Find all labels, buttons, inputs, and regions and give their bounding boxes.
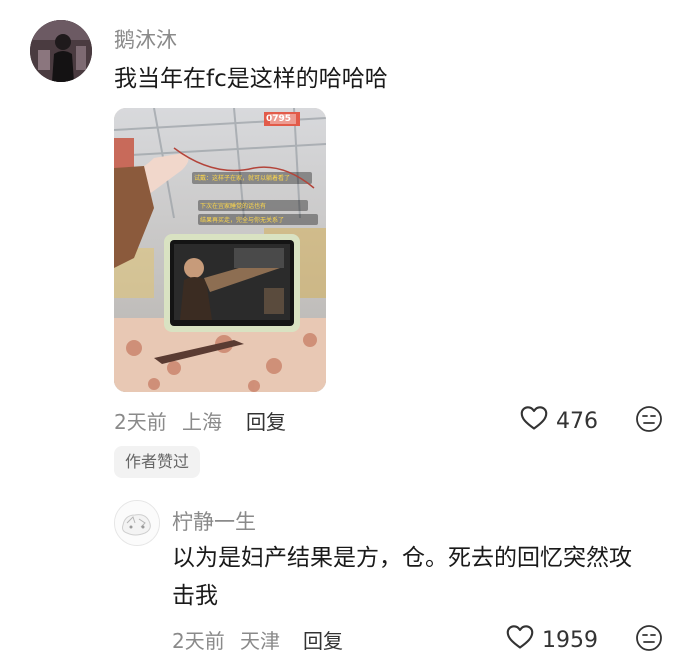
username[interactable]: 鹅沐沐 <box>114 24 177 54</box>
comment-text: 以为是妇产结果是方，仓。死去的回忆突然攻 <box>172 545 632 571</box>
comment-text: 我当年在fc是这样的哈哈哈 <box>114 66 388 92</box>
reply-button[interactable]: 回复 <box>303 625 343 654</box>
comment-photo[interactable]: 0795 试戴：这样子在家，就可以躺着看了 下次在宜家睡觉的话也有 结果再买走，… <box>114 108 326 392</box>
avatar-image <box>115 501 159 545</box>
avatar-image <box>30 20 92 82</box>
comment-location: 天津 <box>240 629 280 653</box>
caption-line: 试戴：这样子在家，就可以躺着看了 <box>194 175 291 182</box>
caption-line: 下次在宜家睡觉的话也有 <box>200 203 267 210</box>
reply-button[interactable]: 回复 <box>246 406 286 435</box>
avatar[interactable] <box>114 500 160 546</box>
comment-time: 2天前 <box>114 410 167 434</box>
avatar[interactable] <box>30 20 92 82</box>
author-liked-badge: 作者赞过 <box>114 446 201 478</box>
photo-image <box>114 108 326 392</box>
like-button[interactable]: 1959 <box>506 624 598 656</box>
meh-face-icon[interactable] <box>635 624 663 656</box>
heart-outline-icon <box>520 405 548 437</box>
price-tag: 0795 <box>266 114 292 124</box>
like-button[interactable]: 476 <box>520 405 598 437</box>
like-count: 1959 <box>542 627 598 653</box>
comment-text: 击我 <box>172 583 218 609</box>
username[interactable]: 柠静一生 <box>172 506 256 536</box>
comment-location: 上海 <box>182 410 222 434</box>
caption-line: 结果再买走，完全与你无关系了 <box>200 217 285 224</box>
comment-time: 2天前 <box>172 629 225 653</box>
heart-outline-icon <box>506 624 534 656</box>
like-count: 476 <box>556 408 598 434</box>
meh-face-icon[interactable] <box>635 405 663 437</box>
